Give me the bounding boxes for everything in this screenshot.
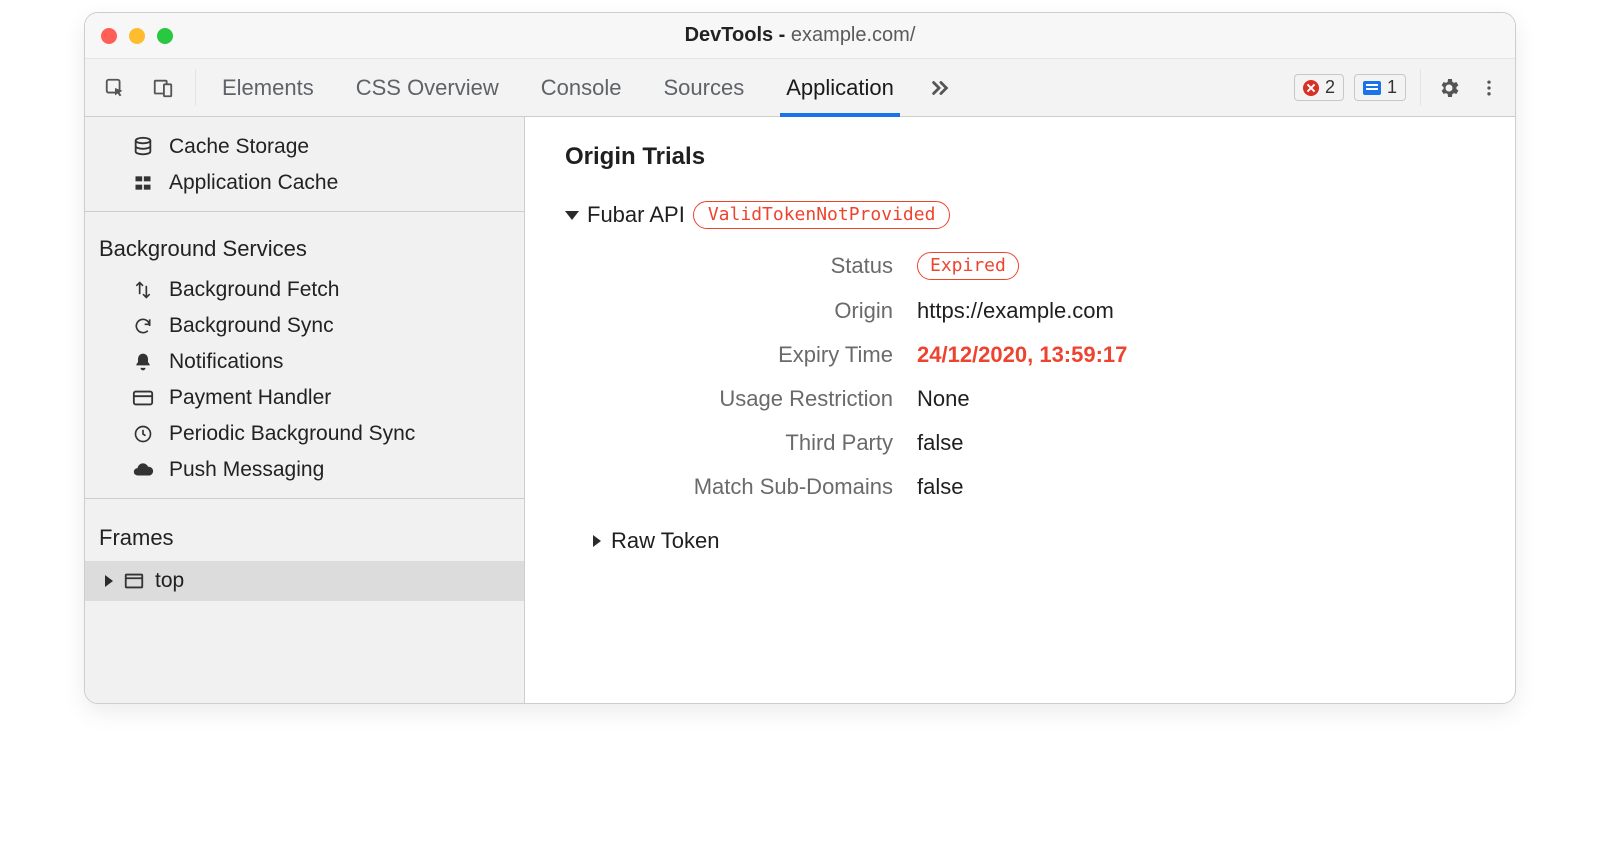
frame-label: top — [155, 569, 184, 593]
sidebar-item-label: Periodic Background Sync — [169, 422, 415, 446]
raw-token-row[interactable]: Raw Token — [593, 528, 1475, 554]
label-usage-restriction: Usage Restriction — [593, 386, 893, 412]
window-title-prefix: DevTools - — [685, 24, 791, 46]
titlebar: DevTools - example.com/ — [85, 13, 1515, 59]
sidebar-group-cache: Cache Storage Application Cache — [85, 117, 524, 211]
devtools-window: DevTools - example.com/ Elements CSS Ove… — [84, 12, 1516, 704]
label-expiry: Expiry Time — [593, 342, 893, 368]
sidebar-item-background-sync[interactable]: Background Sync — [85, 308, 524, 344]
window-title-suffix: example.com/ — [791, 24, 916, 46]
sidebar-group-frames: Frames top — [85, 499, 524, 611]
panel-title: Origin Trials — [565, 143, 1475, 171]
label-origin: Origin — [593, 298, 893, 324]
more-options-icon[interactable] — [1471, 59, 1507, 116]
tab-sources[interactable]: Sources — [663, 59, 744, 116]
sidebar-item-label: Push Messaging — [169, 458, 324, 482]
label-match-subdomains: Match Sub-Domains — [593, 474, 893, 500]
zoom-window-button[interactable] — [157, 28, 173, 44]
sidebar-item-label: Cache Storage — [169, 135, 309, 159]
value-status: Expired — [917, 251, 1475, 280]
devtools-toolbar: Elements CSS Overview Console Sources Ap… — [85, 59, 1515, 117]
tab-application[interactable]: Application — [786, 59, 894, 116]
messages-count: 1 — [1387, 77, 1397, 98]
raw-token-label: Raw Token — [611, 528, 719, 554]
origin-trials-panel: Origin Trials Fubar API ValidTokenNotPro… — [525, 117, 1515, 703]
label-third-party: Third Party — [593, 430, 893, 456]
window-controls — [101, 28, 173, 44]
errors-count: 2 — [1325, 77, 1335, 98]
credit-card-icon — [131, 387, 155, 409]
panel-body: Cache Storage Application Cache Backgrou… — [85, 117, 1515, 703]
trial-header[interactable]: Fubar API ValidTokenNotProvided — [565, 201, 1475, 229]
sidebar-item-notifications[interactable]: Notifications — [85, 344, 524, 380]
sidebar-item-cache-storage[interactable]: Cache Storage — [85, 129, 524, 165]
expand-icon — [105, 575, 113, 587]
tab-console[interactable]: Console — [541, 59, 622, 116]
value-match-subdomains: false — [917, 474, 1475, 500]
expand-icon — [593, 535, 601, 547]
panel-tabs: Elements CSS Overview Console Sources Ap… — [206, 59, 894, 116]
sidebar-item-label: Background Fetch — [169, 278, 339, 302]
value-expiry: 24/12/2020, 13:59:17 — [917, 342, 1475, 368]
sidebar-item-push-messaging[interactable]: Push Messaging — [85, 452, 524, 488]
sidebar-header: Background Services — [85, 220, 524, 272]
close-window-button[interactable] — [101, 28, 117, 44]
token-error-badge: ValidTokenNotProvided — [693, 201, 951, 229]
database-icon — [131, 136, 155, 158]
minimize-window-button[interactable] — [129, 28, 145, 44]
trial-details: Status Expired Origin https://example.co… — [593, 251, 1475, 500]
frame-top[interactable]: top — [85, 561, 524, 601]
device-toolbar-icon[interactable] — [141, 59, 185, 116]
toolbar-divider — [195, 69, 196, 106]
sidebar-item-periodic-background-sync[interactable]: Periodic Background Sync — [85, 416, 524, 452]
errors-counter[interactable]: 2 — [1294, 74, 1344, 101]
sidebar-item-payment-handler[interactable]: Payment Handler — [85, 380, 524, 416]
value-usage-restriction: None — [917, 386, 1475, 412]
grid-icon — [131, 173, 155, 193]
sidebar-item-label: Notifications — [169, 350, 283, 374]
toolbar-divider — [1420, 69, 1421, 106]
more-tabs-icon[interactable] — [922, 59, 958, 116]
value-origin: https://example.com — [917, 298, 1475, 324]
tab-elements[interactable]: Elements — [222, 59, 314, 116]
collapse-icon — [565, 211, 579, 220]
clock-icon — [131, 424, 155, 444]
tab-css-overview[interactable]: CSS Overview — [356, 59, 499, 116]
bell-icon — [131, 352, 155, 372]
message-icon — [1363, 81, 1381, 95]
cloud-icon — [131, 459, 155, 481]
frame-icon — [123, 570, 145, 592]
sidebar-item-background-fetch[interactable]: Background Fetch — [85, 272, 524, 308]
trial-name: Fubar API — [587, 202, 685, 228]
sidebar-item-application-cache[interactable]: Application Cache — [85, 165, 524, 201]
sidebar-group-background-services: Background Services Background Fetch Bac… — [85, 212, 524, 498]
value-third-party: false — [917, 430, 1475, 456]
sync-icon — [131, 316, 155, 336]
label-status: Status — [593, 253, 893, 279]
window-title: DevTools - example.com/ — [85, 24, 1515, 47]
sidebar-header: Frames — [85, 507, 524, 561]
messages-counter[interactable]: 1 — [1354, 74, 1406, 101]
error-icon — [1303, 80, 1319, 96]
settings-icon[interactable] — [1431, 59, 1467, 116]
sidebar-item-label: Application Cache — [169, 171, 338, 195]
application-sidebar: Cache Storage Application Cache Backgrou… — [85, 117, 525, 703]
transfer-icon — [131, 280, 155, 300]
sidebar-item-label: Background Sync — [169, 314, 334, 338]
status-badge: Expired — [917, 252, 1019, 280]
sidebar-item-label: Payment Handler — [169, 386, 331, 410]
inspect-element-icon[interactable] — [93, 59, 137, 116]
